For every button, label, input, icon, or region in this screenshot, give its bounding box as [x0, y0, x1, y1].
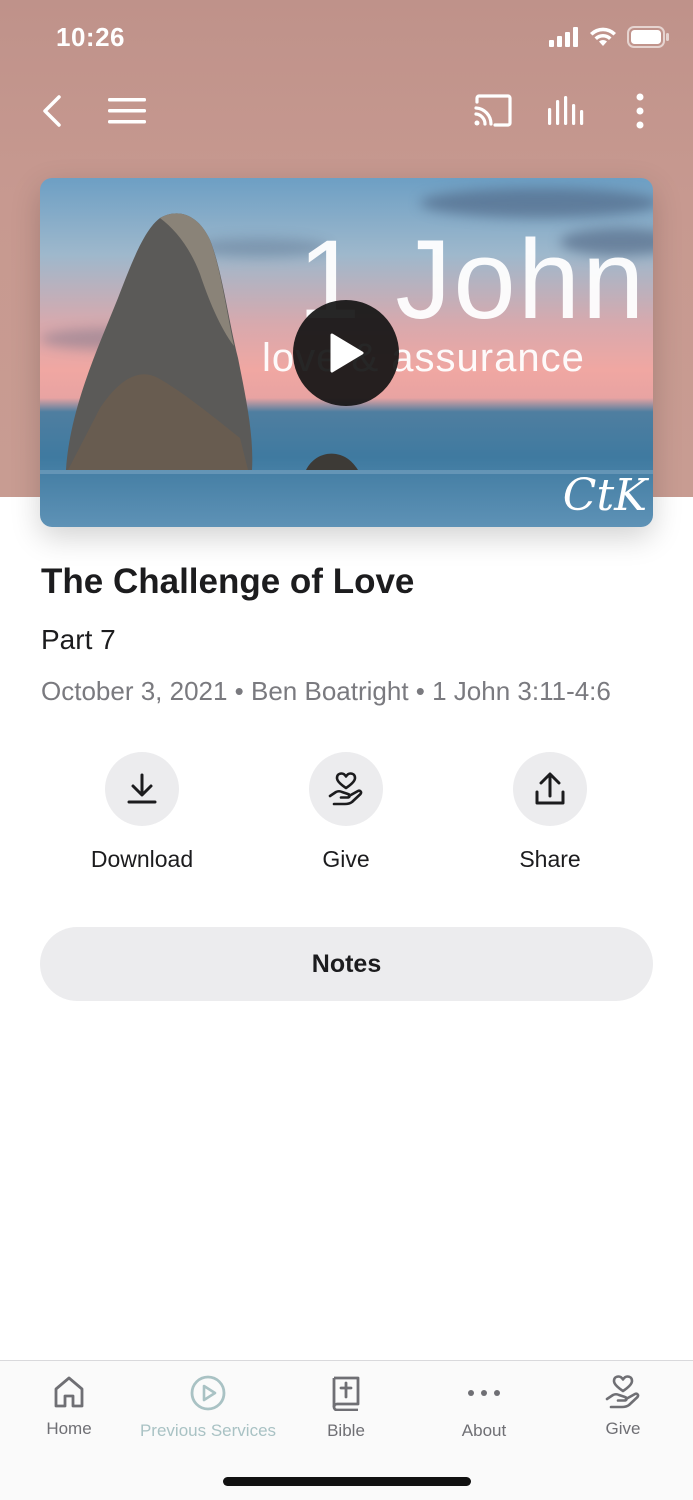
cast-button[interactable] — [470, 74, 516, 148]
ellipsis-icon — [468, 1390, 500, 1396]
tab-about-label: About — [461, 1421, 507, 1440]
tab-about[interactable]: About — [415, 1375, 553, 1441]
share-label: Share — [519, 846, 581, 872]
share-button[interactable]: Share — [470, 752, 630, 873]
hamburger-icon — [108, 98, 146, 124]
tab-bible-label: Bible — [327, 1421, 365, 1440]
tab-give-label: Give — [605, 1419, 641, 1438]
tab-give[interactable]: Give — [554, 1375, 692, 1439]
audio-bars-icon — [548, 96, 584, 125]
more-button[interactable] — [620, 74, 660, 148]
back-button[interactable] — [30, 74, 74, 148]
download-circle — [105, 752, 179, 826]
menu-button[interactable] — [104, 74, 150, 148]
give-circle — [309, 752, 383, 826]
play-icon — [330, 333, 364, 373]
tab-previous-services[interactable]: Previous Services — [139, 1375, 277, 1441]
sermon-meta: October 3, 2021 • Ben Boatright • 1 John… — [41, 676, 611, 706]
download-button[interactable]: Download — [62, 752, 222, 873]
signal-icon — [549, 27, 578, 47]
download-icon — [127, 773, 157, 804]
sermon-part: Part 7 — [41, 624, 116, 655]
home-icon — [54, 1376, 84, 1408]
top-toolbar — [0, 74, 693, 148]
sermon-artwork[interactable]: 1 John love & assurance CtK — [40, 178, 653, 527]
share-icon — [535, 772, 565, 805]
sermon-title: The Challenge of Love — [41, 562, 415, 601]
chevron-left-icon — [43, 95, 61, 127]
download-label: Download — [90, 846, 194, 872]
tab-bible[interactable]: Bible — [277, 1375, 415, 1441]
share-circle — [513, 752, 587, 826]
audio-button[interactable] — [544, 74, 590, 148]
bible-icon — [332, 1376, 360, 1411]
give-label: Give — [322, 846, 370, 872]
tab-home[interactable]: Home — [0, 1375, 138, 1439]
tab-home-label: Home — [46, 1419, 92, 1438]
play-button[interactable] — [293, 300, 399, 406]
hand-heart-icon — [605, 1375, 640, 1409]
more-vertical-icon — [636, 93, 644, 129]
status-time: 10:26 — [56, 22, 125, 52]
status-bar: 10:26 — [0, 0, 693, 74]
battery-icon — [627, 26, 669, 48]
tab-previous-services-label: Previous Services — [139, 1421, 277, 1440]
cast-icon — [474, 94, 512, 127]
notes-button[interactable]: Notes — [40, 927, 653, 1001]
wifi-icon — [590, 27, 616, 46]
give-button[interactable]: Give — [266, 752, 426, 873]
play-circle-icon — [190, 1375, 226, 1411]
church-logo: CtK — [562, 470, 647, 521]
home-indicator — [223, 1477, 471, 1486]
hand-heart-icon — [328, 772, 363, 806]
status-icons — [549, 26, 669, 48]
